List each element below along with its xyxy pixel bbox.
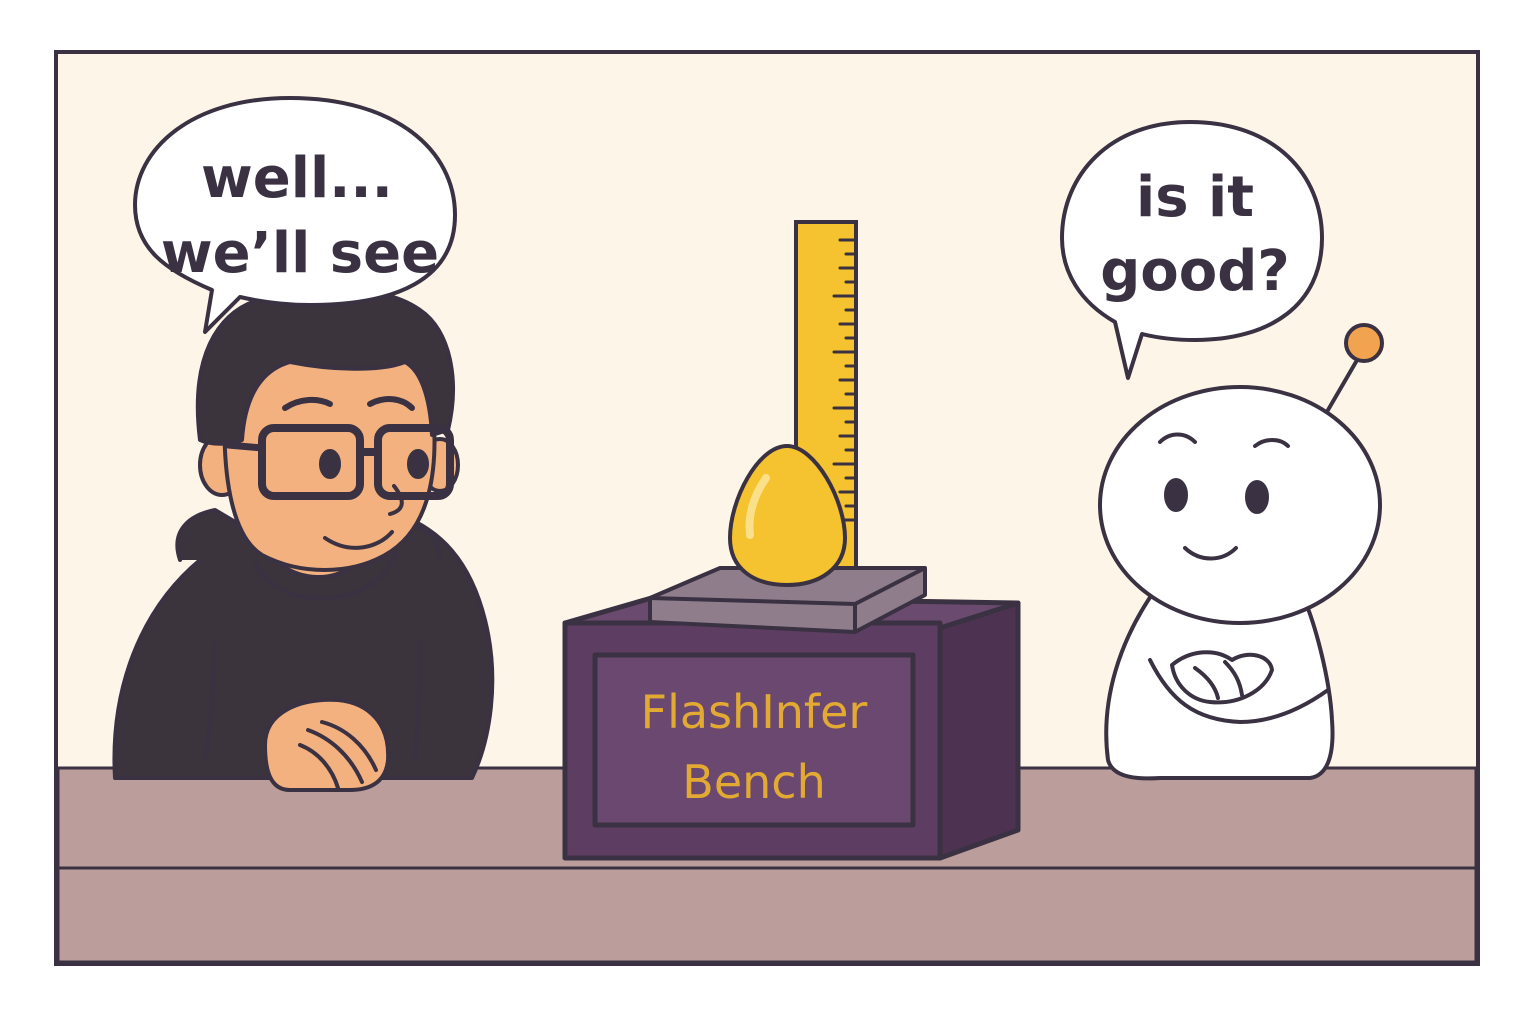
comic-illustration: well... we’ll see is it good? FlashInfer… <box>54 50 1480 966</box>
left-bubble-line2: we’ll see <box>161 221 439 286</box>
box-label-line2: Bench <box>682 755 825 809</box>
right-bubble-line2: good? <box>1100 239 1290 304</box>
antenna-ball-icon <box>1344 323 1384 363</box>
round-character-head <box>1098 385 1382 625</box>
comic-panel: well... we’ll see is it good? FlashInfer… <box>0 0 1536 1024</box>
man-hand <box>263 697 391 792</box>
box-label-line1: FlashInfer <box>641 685 868 739</box>
right-bubble-line1: is it <box>1136 165 1254 230</box>
left-bubble-line1: well... <box>201 146 393 211</box>
